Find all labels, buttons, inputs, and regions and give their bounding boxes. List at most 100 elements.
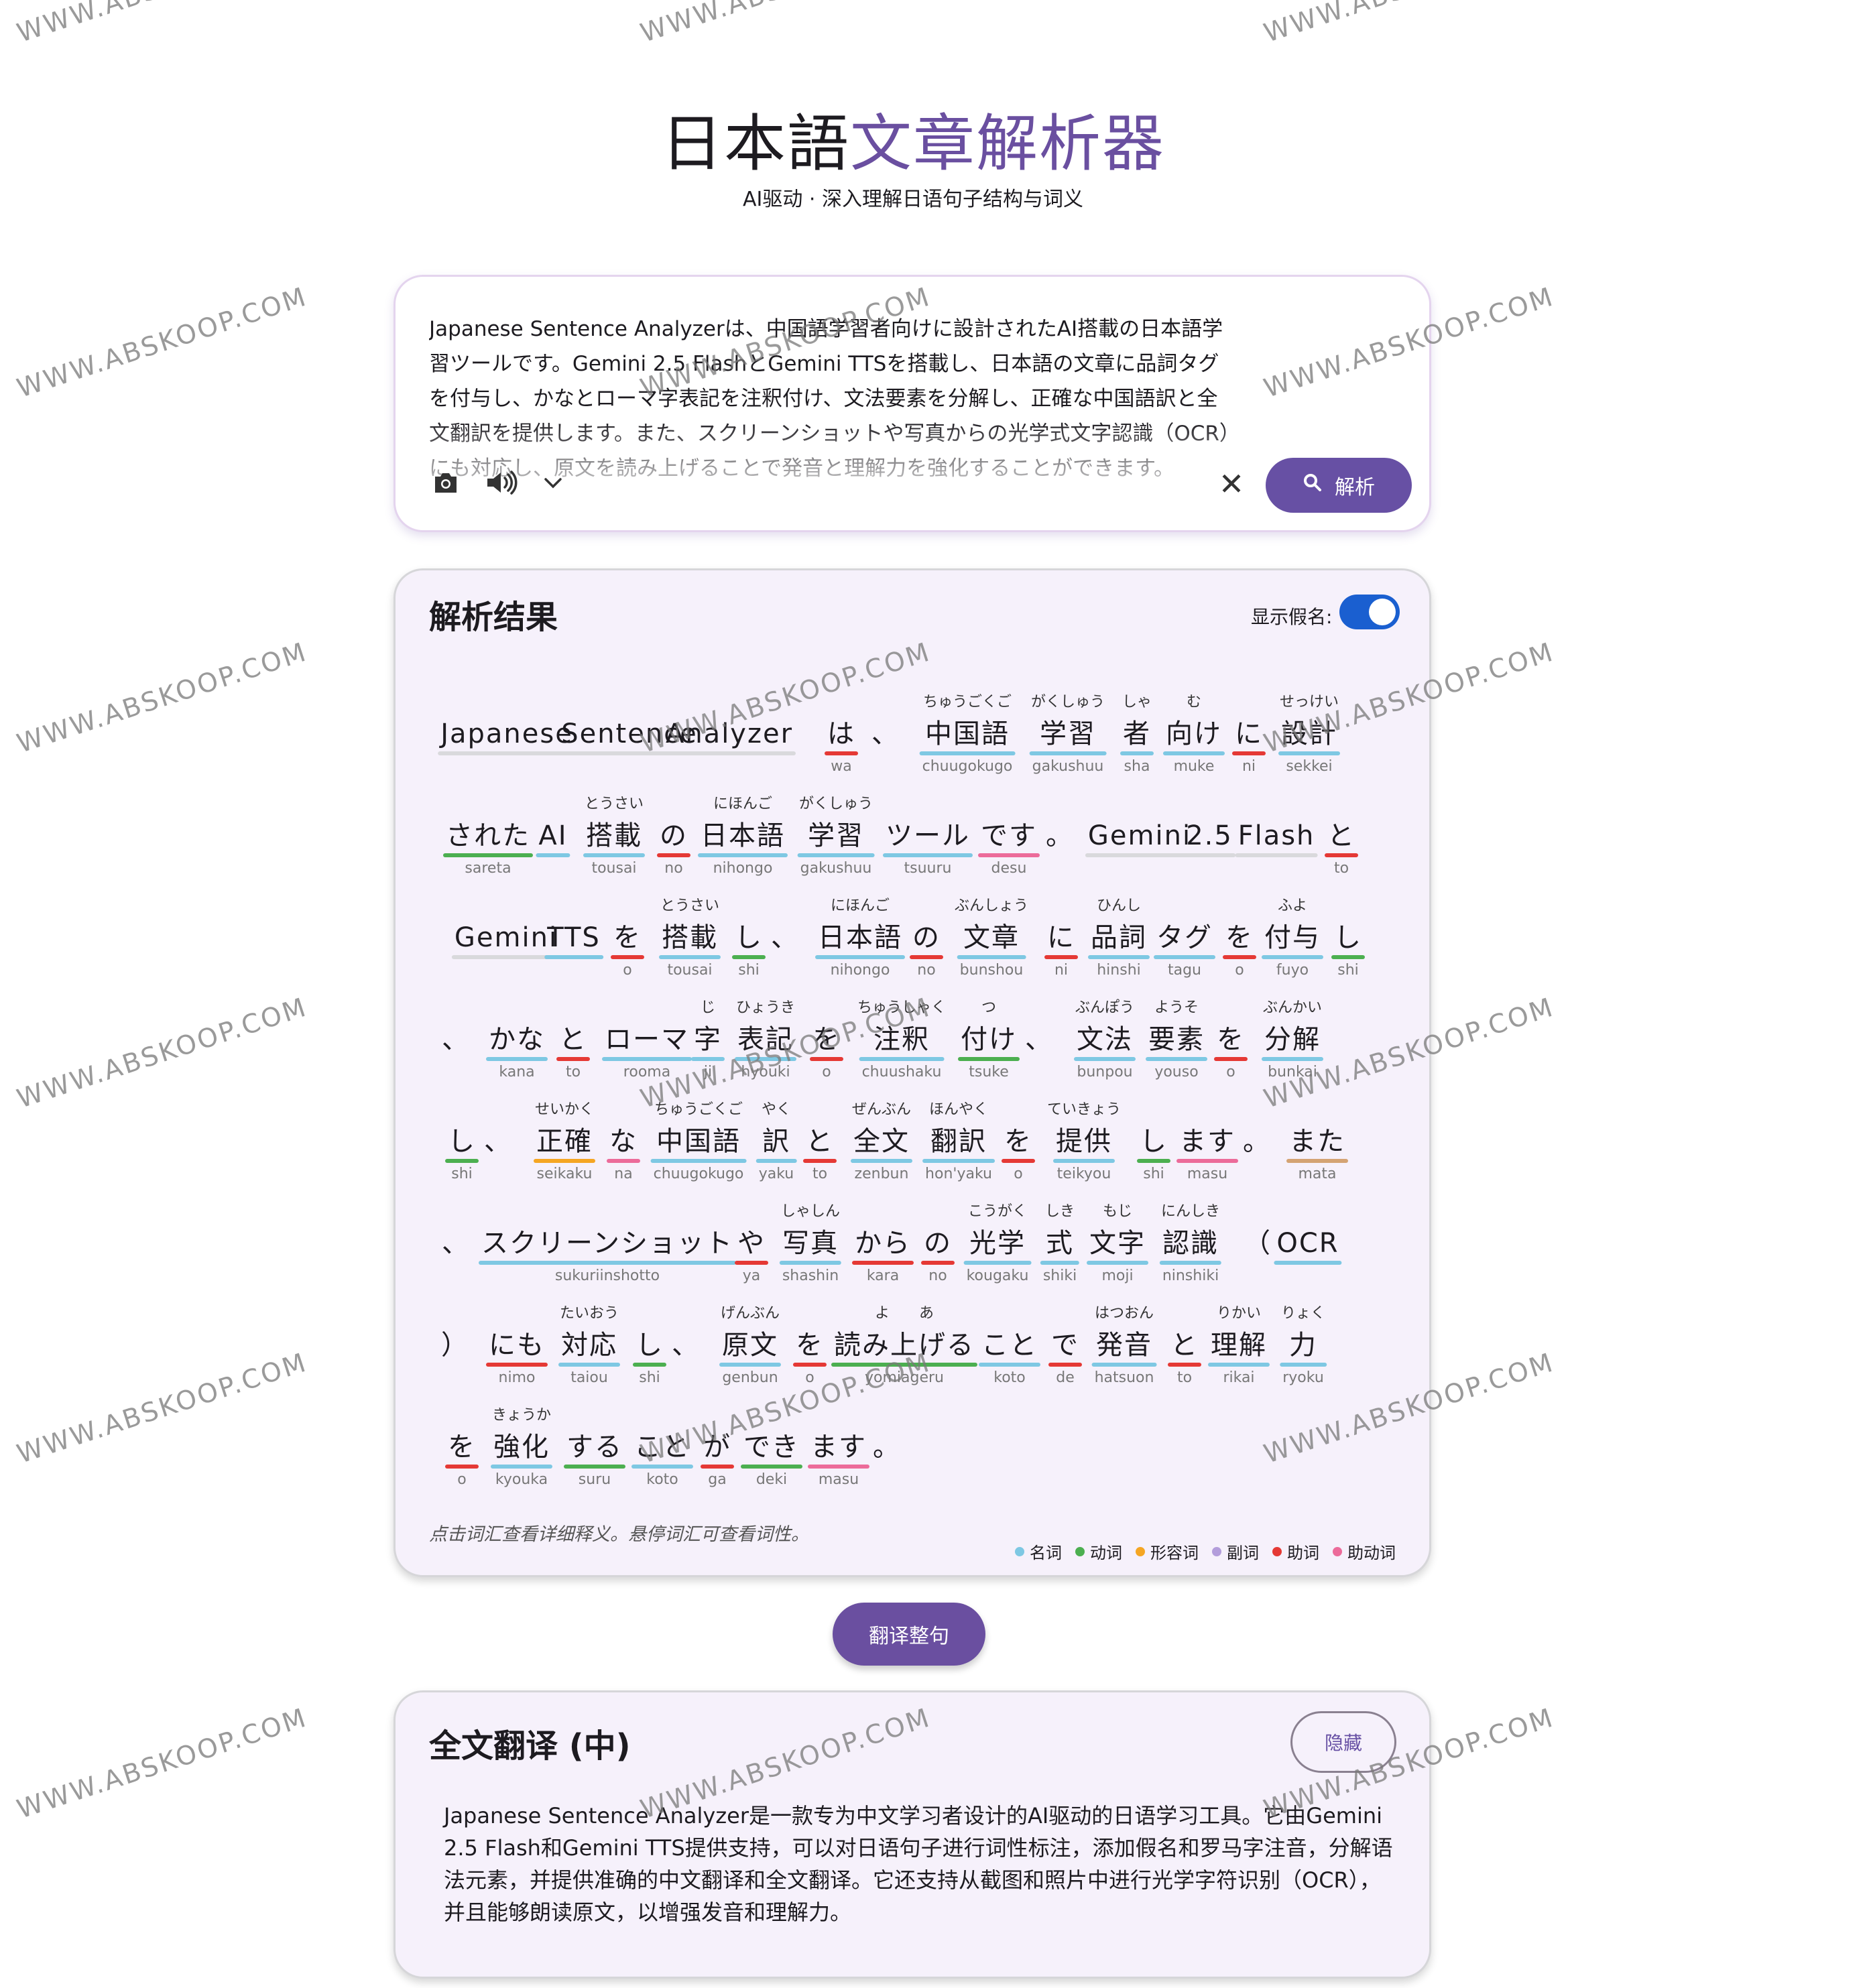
word-token[interactable]: しゃしん 写真 shashin xyxy=(779,1203,842,1285)
word-token[interactable]: は wa xyxy=(825,718,858,775)
word-token[interactable]: かな kana xyxy=(486,1023,548,1081)
word-token[interactable]: し shi xyxy=(633,1329,666,1387)
word-token[interactable]: がくしゅう 学習 gakushuu xyxy=(797,796,875,877)
word-token[interactable]: む向け muke xyxy=(1163,694,1225,775)
hide-translation-button[interactable]: 隐藏 xyxy=(1290,1711,1396,1773)
word-token[interactable]: にも nimo xyxy=(486,1329,548,1387)
word-token[interactable]: TTS xyxy=(544,922,603,979)
word-token[interactable]: ぜんぶん 全文 zenbun xyxy=(851,1101,912,1183)
word-token[interactable]: とうさい 搭載 tousai xyxy=(583,796,645,877)
word-token[interactable]: 2.5 xyxy=(1183,820,1235,877)
kana-toggle[interactable] xyxy=(1339,595,1400,629)
word-token[interactable]: をo xyxy=(611,922,644,979)
word-token[interactable]: し shi xyxy=(445,1125,479,1183)
camera-icon[interactable] xyxy=(429,466,463,499)
word-token[interactable]: ふよ 付与 fuyo xyxy=(1262,897,1323,979)
word-token[interactable]: やく訳 yaku xyxy=(756,1101,797,1183)
word-token[interactable]: こと koto xyxy=(631,1431,693,1489)
word-token[interactable]: AI xyxy=(536,820,570,877)
word-token[interactable]: から kara xyxy=(852,1227,914,1285)
word-token[interactable]: にんしき 認識 ninshiki xyxy=(1159,1203,1222,1285)
word-token[interactable]: でき deki xyxy=(741,1431,802,1489)
word-token[interactable]: Japanese xyxy=(438,718,576,775)
word-token[interactable]: スクリーンショット sukuriinshotto xyxy=(479,1227,736,1285)
clear-button[interactable]: ✕ xyxy=(1213,466,1250,502)
word-token[interactable]: し shi xyxy=(1331,922,1365,979)
word-token[interactable]: をo xyxy=(810,1023,843,1081)
romaji xyxy=(873,1471,901,1489)
word-token[interactable]: はつおん 発音 hatsuon xyxy=(1091,1305,1157,1387)
token-text: 注釈 xyxy=(873,1024,930,1055)
word-token[interactable]: ひんし 品詞 hinshi xyxy=(1088,897,1150,979)
word-token[interactable]: りょく力 ryoku xyxy=(1280,1305,1327,1387)
word-token[interactable]: ぶんしょう 文章 bunshou xyxy=(955,897,1028,979)
word-token[interactable]: し shi xyxy=(1137,1125,1170,1183)
word-token[interactable]: また mata xyxy=(1286,1125,1348,1183)
word-token[interactable]: が ga xyxy=(701,1431,734,1489)
word-token[interactable]: と to xyxy=(1168,1329,1201,1387)
word-token[interactable]: ます masu xyxy=(808,1431,869,1489)
word-token[interactable]: の no xyxy=(910,922,943,979)
word-token[interactable]: しゃ者 sha xyxy=(1120,694,1154,775)
word-token[interactable]: と to xyxy=(803,1125,837,1183)
word-token[interactable]: ようそ 要素 youso xyxy=(1146,999,1207,1081)
word-token[interactable]: する suru xyxy=(564,1431,625,1489)
word-token[interactable]: ツール tsuuru xyxy=(883,820,973,877)
word-token[interactable]: ぶんかい 分解 bunkai xyxy=(1262,999,1323,1081)
word-token[interactable]: や ya xyxy=(735,1227,768,1285)
speaker-icon[interactable] xyxy=(483,466,520,499)
word-token[interactable]: がくしゅう 学習 gakushuu xyxy=(1029,694,1107,775)
word-token[interactable]: にほんご 日本語 nihongo xyxy=(698,796,788,877)
word-token[interactable]: し shi xyxy=(732,922,766,979)
word-token[interactable]: しき式 shiki xyxy=(1040,1203,1080,1285)
word-token[interactable]: に ni xyxy=(1232,718,1266,775)
word-token[interactable]: Analyzer xyxy=(662,718,796,775)
word-token[interactable]: な na xyxy=(607,1125,640,1183)
word-token[interactable]: された sareta xyxy=(443,820,533,877)
word-token[interactable]: せっけい 設計 sekkei xyxy=(1278,694,1340,775)
word-token[interactable]: の no xyxy=(921,1227,955,1285)
word-token[interactable]: せいかく 正確 seikaku xyxy=(534,1101,595,1183)
word-token[interactable]: よ あ読み上げる yomiageru xyxy=(831,1305,977,1387)
word-token[interactable]: と to xyxy=(1325,820,1358,877)
word-token[interactable]: をo xyxy=(1002,1125,1035,1183)
word-token[interactable]: タグ tagu xyxy=(1154,922,1215,979)
word-token[interactable]: こと koto xyxy=(979,1329,1040,1387)
word-token[interactable]: こうがく 光学 kougaku xyxy=(963,1203,1032,1285)
word-token[interactable]: ちゅうごくご 中国語 chuugokugo xyxy=(919,694,1016,775)
word-token[interactable]: Gemini xyxy=(451,922,561,979)
word-token[interactable]: をo xyxy=(1214,1023,1248,1081)
word-token[interactable]: ちゅうしゃく 注釈 chuushaku xyxy=(857,999,946,1081)
word-token[interactable]: りかい 理解 rikai xyxy=(1208,1305,1270,1387)
romaji: tagu xyxy=(1167,962,1201,979)
word-token[interactable]: で de xyxy=(1048,1329,1082,1387)
word-token[interactable]: ローマ rooma xyxy=(602,1023,692,1081)
word-token[interactable]: とうさい 搭載 tousai xyxy=(659,897,721,979)
word-token[interactable]: きょうか 強化 kyouka xyxy=(491,1407,552,1489)
word-token[interactable]: ていきょう 提供 teikyou xyxy=(1047,1101,1121,1183)
word-token[interactable]: ひょうき 表記 hyouki xyxy=(735,999,796,1081)
word-token[interactable]: ほんやく 翻訳 hon'yaku xyxy=(922,1101,995,1183)
word-token[interactable]: です desu xyxy=(978,820,1040,877)
chevron-down-icon[interactable] xyxy=(536,466,570,499)
word-token[interactable]: に ni xyxy=(1044,922,1078,979)
word-token[interactable]: ます masu xyxy=(1176,1125,1238,1183)
analyze-button[interactable]: 解析 xyxy=(1266,458,1412,513)
word-token[interactable]: じ字 ji xyxy=(691,999,725,1081)
word-token[interactable]: Gemini xyxy=(1085,820,1195,877)
word-token[interactable]: をo xyxy=(1223,922,1256,979)
word-token[interactable]: げんぶん 原文 genbun xyxy=(719,1305,781,1387)
word-token[interactable]: つ付け tsuke xyxy=(958,999,1020,1081)
word-token[interactable]: たいおう 対応 taiou xyxy=(558,1305,620,1387)
word-token[interactable]: ちゅうごくご 中国語 chuugokugo xyxy=(650,1101,747,1183)
word-token[interactable]: にほんご 日本語 nihongo xyxy=(815,897,905,979)
translate-sentence-button[interactable]: 翻译整句 xyxy=(833,1603,985,1666)
word-token[interactable]: をo xyxy=(793,1329,827,1387)
word-token[interactable]: と to xyxy=(556,1023,590,1081)
word-token[interactable]: もじ 文字 moji xyxy=(1087,1203,1148,1285)
word-token[interactable]: をo xyxy=(445,1431,479,1489)
word-token[interactable]: の no xyxy=(657,820,690,877)
word-token[interactable]: ぶんぽう 文法 bunpou xyxy=(1074,999,1136,1081)
word-token[interactable]: OCR xyxy=(1274,1227,1342,1285)
word-token[interactable]: Flash xyxy=(1235,820,1318,877)
